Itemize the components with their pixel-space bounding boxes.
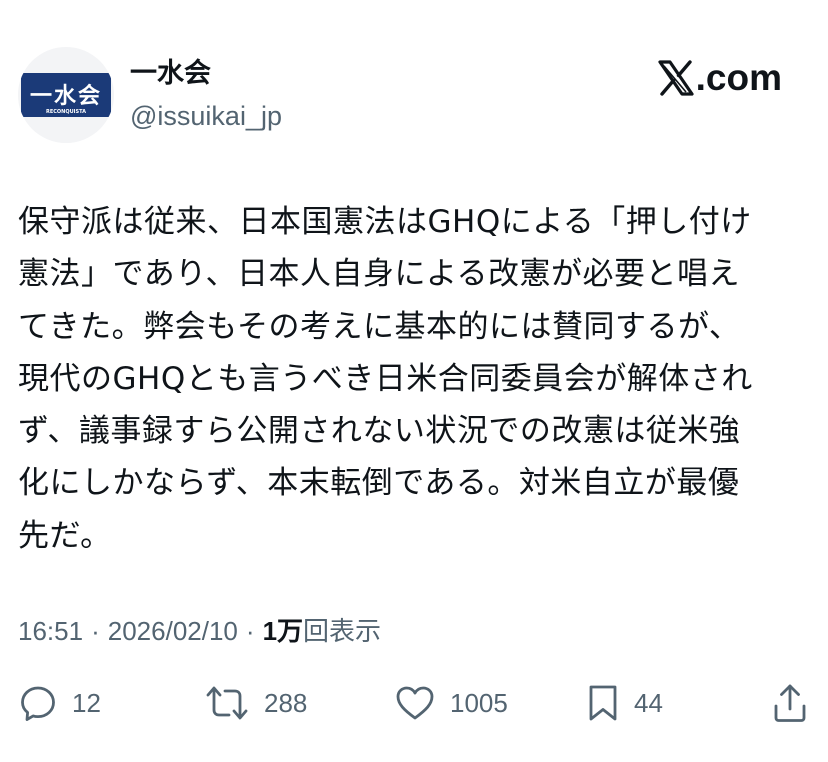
share-button[interactable] [770,680,810,726]
action-bar: 12 288 1005 44 [0,680,828,726]
views-count: 1万 [262,616,304,646]
brand-logo: .com [656,56,782,100]
bookmark-count: 44 [634,687,663,718]
avatar-logo-subtext: RECONQUISTA [46,109,86,115]
post-text: 保守派は従来、日本国憲法はGHQによる「押し付け 憲法」であり、日本人自身による… [18,196,813,562]
brand-text: .com [695,57,782,98]
repost-button[interactable]: 288 [204,680,307,726]
like-count: 1005 [450,687,508,718]
share-icon [774,684,806,722]
post-text-line: ず、議事録すら公開されない状況での改憲は従米強 [18,413,741,450]
avatar[interactable]: 一水会 RECONQUISTA [18,47,114,143]
avatar-logo: 一水会 RECONQUISTA [18,47,114,143]
bookmark-icon [589,685,617,721]
reply-button[interactable]: 12 [18,680,101,726]
repost-count: 288 [264,687,308,718]
x-logo-icon [658,60,694,96]
heart-icon [396,686,434,720]
post-text-line: てきた。弊会もその考えに基本的には賛同するが、 [18,308,741,345]
meta-separator: · [245,616,255,646]
bookmark-button[interactable]: 44 [586,680,663,726]
post-text-line: 憲法」であり、日本人自身による改憲が必要と唱え [18,256,741,293]
post-text-line: 現代のGHQとも言うべき日米合同委員会が解体され [18,360,753,397]
reply-icon [21,686,55,721]
reply-count: 12 [72,687,101,718]
post-text-line: 化にしかならず、本末転倒である。対米自立が最優 [18,465,740,502]
display-name[interactable]: 一水会 [130,56,211,92]
post-date[interactable]: 2026/02/10 [108,613,238,649]
meta-separator: · [91,616,100,646]
avatar-logo-text: 一水会 [30,83,102,109]
post-time[interactable]: 16:51 [18,613,83,649]
post-text-line: 先だ。 [18,517,112,554]
like-button[interactable]: 1005 [394,680,508,726]
repost-icon [206,686,248,720]
views-label: 回表示 [303,616,382,646]
post-text-line: 保守派は従来、日本国憲法はGHQによる「押し付け [18,204,752,240]
post-card: 一水会 RECONQUISTA 一水会 @issuikai_jp .com 保守… [0,0,828,762]
user-handle[interactable]: @issuikai_jp [130,98,282,134]
post-meta: 16:51 · 2026/02/10 · 1万 回表示 [18,613,381,649]
